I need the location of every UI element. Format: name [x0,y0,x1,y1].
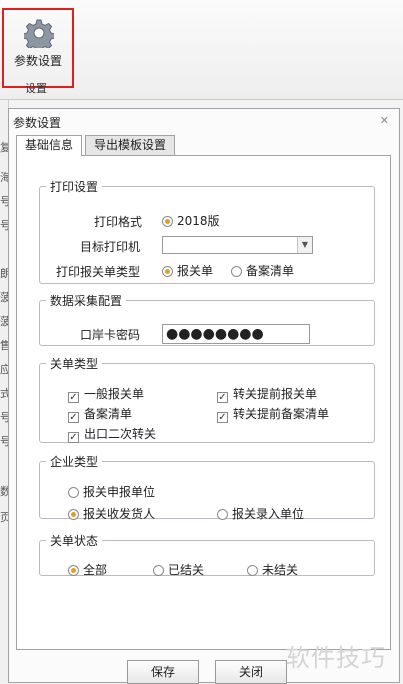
doc-status-group: 关单状态 全部 已结关 未结关 [39,532,375,577]
doc-status-legend: 关单状态 [50,534,99,548]
radio-unselected-icon [68,487,79,498]
dialog-title-bar[interactable]: 参数设置 ✕ [9,109,399,133]
doc-type-legend: 关单类型 [50,357,99,371]
print-format-label: 打印格式 [94,215,143,229]
status-uncleared-radio[interactable]: 未结关 [247,563,298,577]
tab-export-template[interactable]: 导出模板设置 [85,135,176,155]
print-type-customs-radio[interactable]: 报关单 [162,264,213,278]
radio-label: 已结关 [168,563,205,577]
radio-label: 报关申报单位 [83,485,156,499]
radio-label: 备案清单 [246,264,295,278]
ribbon-button-label: 参数设置 [13,54,62,68]
company-type-legend: 企业类型 [50,455,99,469]
data-collection-legend: 数据采集配置 [50,294,123,308]
checkmark-icon: ✓ [217,412,228,423]
checkmark-icon: ✓ [217,392,228,403]
checkmark-icon: ✓ [68,432,79,443]
watermark-text: 软件技巧 [286,644,386,672]
checkbox-label: 出口二次转关 [84,427,157,441]
save-button[interactable]: 保存 [127,660,199,684]
company-consignee-radio[interactable]: 报关收发货人 [68,507,155,521]
doc-type-group: 关单类型 ✓ 一般报关单 ✓ 转关提前报关单 ✓ 备案清单 ✓ 转关提前备案清单 ✓ 出口… [39,355,375,443]
parameter-settings-ribbon-button[interactable]: 参数设置 [2,8,74,88]
radio-label: 未结关 [262,563,299,577]
print-settings-group: 打印设置 打印格式 2018版 目标打印机 ▼ 打印报关单类型 报关单 备案清单 [39,178,375,284]
tab-panel-basic-info: 打印设置 打印格式 2018版 目标打印机 ▼ 打印报关单类型 报关单 备案清单… [16,155,391,650]
company-entry-radio[interactable]: 报关录入单位 [217,507,304,521]
transit-advance-customs-checkbox[interactable]: ✓ 转关提前报关单 [217,387,317,403]
checkbox-label: 转关提前备案清单 [233,407,330,421]
checkmark-icon: ✓ [68,392,79,403]
status-all-radio[interactable]: 全部 [68,563,107,577]
checkbox-label: 备案清单 [84,407,133,421]
radio-unselected-icon [231,266,242,277]
radio-label: 报关收发货人 [83,507,156,521]
print-settings-legend: 打印设置 [50,180,99,194]
filing-list-checkbox[interactable]: ✓ 备案清单 [68,407,132,423]
radio-unselected-icon [217,509,228,520]
dialog-title: 参数设置 [13,116,62,130]
gear-icon [22,18,56,53]
print-type-filing-radio[interactable]: 备案清单 [231,264,294,278]
close-button[interactable]: 关闭 [215,660,287,684]
radio-label: 报关录入单位 [232,507,305,521]
radio-selected-icon [162,266,173,277]
parameter-settings-dialog: 参数设置 ✕ 基础信息 导出模板设置 打印设置 打印格式 2018版 目标打印机… [8,108,400,684]
radio-unselected-icon [153,565,164,576]
radio-label: 2018版 [177,214,220,228]
checkbox-label: 转关提前报关单 [233,387,318,401]
port-card-password-input[interactable]: ●●●●●●●● [162,324,310,344]
target-printer-label: 目标打印机 [80,240,141,254]
port-card-password-label: 口岸卡密码 [80,328,141,342]
print-format-2018-radio[interactable]: 2018版 [162,214,220,228]
radio-selected-icon [162,216,173,227]
radio-label: 全部 [83,563,108,577]
company-declarant-radio[interactable]: 报关申报单位 [68,485,155,499]
target-printer-select[interactable]: ▼ [162,236,313,254]
close-icon[interactable]: ✕ [380,114,389,127]
print-doc-type-label: 打印报关单类型 [56,265,141,279]
ribbon-group-label: 设置 [25,82,47,95]
radio-unselected-icon [247,565,258,576]
data-collection-group: 数据采集配置 口岸卡密码 ●●●●●●●● [39,292,375,346]
ribbon: 参数设置 设置 [0,0,403,100]
checkmark-icon: ✓ [68,412,79,423]
chevron-down-icon[interactable]: ▼ [297,237,312,253]
radio-label: 报关单 [177,264,214,278]
status-cleared-radio[interactable]: 已结关 [153,563,204,577]
checkbox-label: 一般报关单 [84,387,145,401]
company-type-group: 企业类型 报关申报单位 报关收发货人 报关录入单位 [39,453,375,521]
export-secondary-transit-checkbox[interactable]: ✓ 出口二次转关 [68,427,156,443]
radio-selected-icon [68,509,79,520]
tab-basic-info[interactable]: 基础信息 [16,135,83,156]
transit-advance-filing-checkbox[interactable]: ✓ 转关提前备案清单 [217,407,329,423]
radio-selected-icon [68,565,79,576]
general-customs-checkbox[interactable]: ✓ 一般报关单 [68,387,144,403]
